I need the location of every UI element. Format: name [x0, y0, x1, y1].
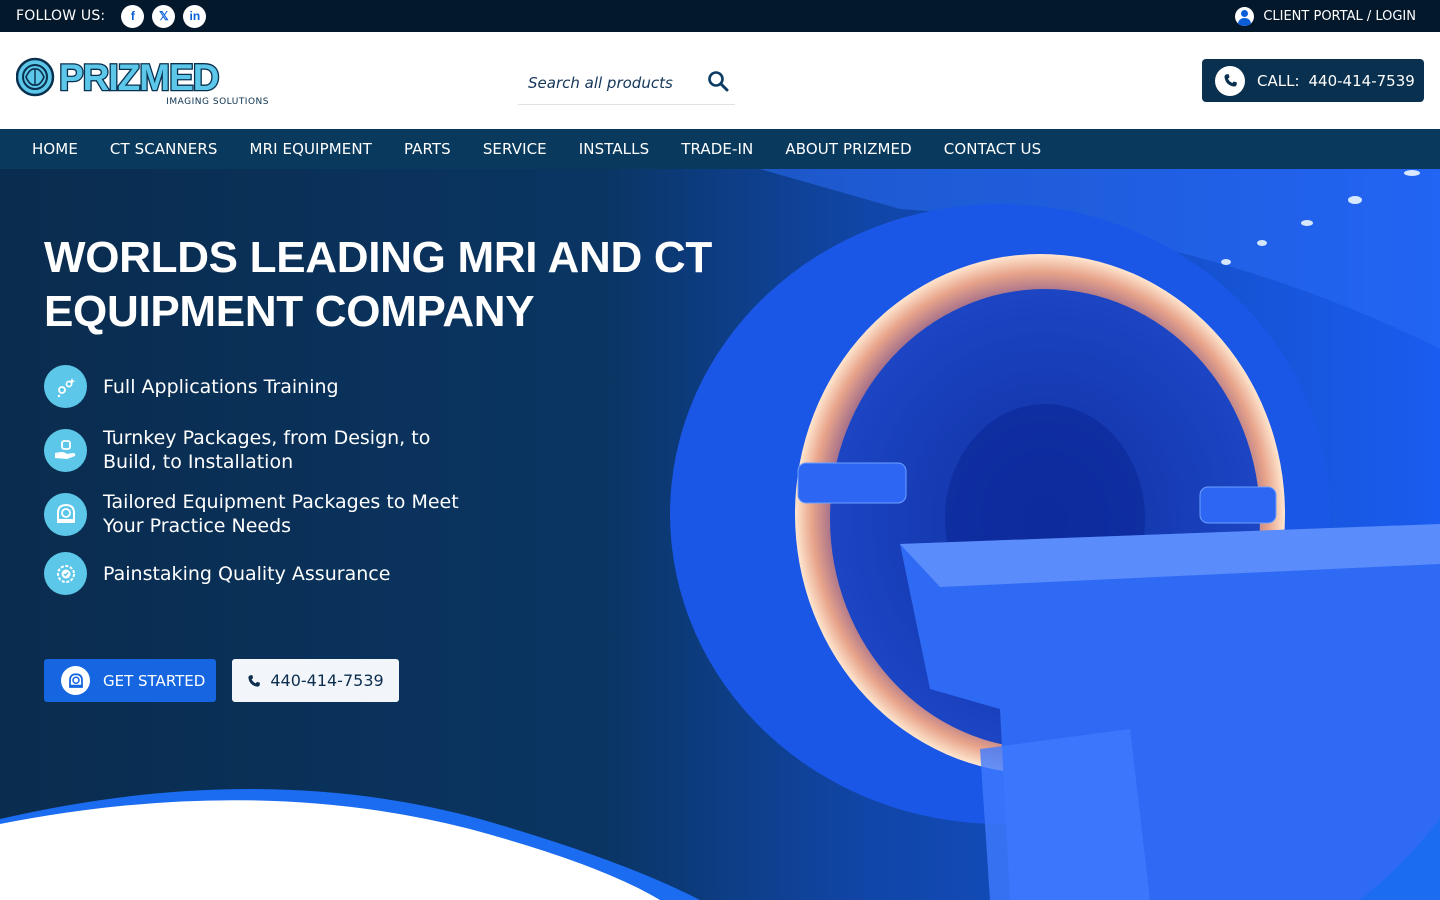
feature-turnkey: Turnkey Packages, from Design, to Build,… [44, 426, 483, 474]
nav-item-installs[interactable]: INSTALLS [563, 129, 665, 169]
feature-text: Painstaking Quality Assurance [103, 562, 391, 585]
prizmed-logo[interactable]: PRIZMED IMAGING SOLUTIONS [15, 56, 276, 108]
phone-icon [1215, 65, 1245, 96]
hero-title: WORLDS LEADING MRI AND CT EQUIPMENT COMP… [44, 233, 712, 336]
nav-item-service[interactable]: SERVICE [467, 129, 563, 169]
x-icon[interactable]: 𝕏 [152, 4, 176, 28]
quality-badge-icon [44, 552, 87, 595]
user-icon [1235, 6, 1255, 26]
client-portal-label: CLIENT PORTAL / LOGIN [1263, 8, 1416, 24]
feature-quality: Painstaking Quality Assurance [44, 552, 483, 595]
site-header: PRIZMED IMAGING SOLUTIONS CALL: 440-414-… [0, 32, 1440, 129]
follow-us-label: FOLLOW US: [16, 8, 106, 24]
feature-text: Turnkey Packages, from Design, to Build,… [103, 427, 431, 473]
phone-icon [248, 674, 261, 687]
main-nav: HOME CT SCANNERS MRI EQUIPMENT PARTS SER… [0, 129, 1440, 169]
get-started-label: GET STARTED [103, 671, 206, 690]
nav-item-home[interactable]: HOME [16, 129, 94, 169]
turnkey-hand-icon [44, 428, 87, 472]
linkedin-icon[interactable]: in [183, 4, 207, 28]
mri-machine-icon [44, 492, 87, 536]
svg-text:PRIZMED: PRIZMED [59, 57, 219, 98]
hero-section: WORLDS LEADING MRI AND CT EQUIPMENT COMP… [0, 169, 1440, 900]
call-button[interactable]: CALL: 440-414-7539 [1202, 59, 1424, 102]
search-input[interactable] [528, 70, 698, 96]
feature-text: Full Applications Training [103, 375, 339, 398]
nav-item-about[interactable]: ABOUT PRIZMED [769, 129, 927, 169]
logo-graphic: PRIZMED IMAGING SOLUTIONS [15, 56, 269, 107]
top-bar: FOLLOW US: f 𝕏 in CLIENT PORTAL / LOGIN [0, 0, 1440, 32]
phone-cta-label: 440-414-7539 [270, 671, 384, 690]
nav-item-contact[interactable]: CONTACT US [928, 129, 1057, 169]
follow-us: FOLLOW US: f 𝕏 in [16, 0, 207, 32]
get-started-button[interactable]: GET STARTED [44, 659, 216, 702]
svg-text:IMAGING SOLUTIONS: IMAGING SOLUTIONS [166, 97, 269, 107]
training-icon [44, 365, 87, 408]
nav-item-trade-in[interactable]: TRADE-IN [665, 129, 769, 169]
client-portal-link[interactable]: CLIENT PORTAL / LOGIN [1235, 0, 1416, 32]
feature-training: Full Applications Training [44, 365, 483, 408]
call-label: CALL: [1257, 71, 1300, 90]
search-icon[interactable] [707, 70, 729, 92]
nav-item-mri-equipment[interactable]: MRI EQUIPMENT [234, 129, 388, 169]
search-box [518, 62, 735, 105]
feature-tailored: Tailored Equipment Packages to Meet Your… [44, 490, 483, 538]
facebook-icon[interactable]: f [121, 4, 145, 28]
call-number: 440-414-7539 [1308, 71, 1415, 90]
feature-text: Tailored Equipment Packages to Meet Your… [103, 491, 459, 537]
phone-cta-button[interactable]: 440-414-7539 [232, 659, 399, 702]
nav-item-parts[interactable]: PARTS [388, 129, 467, 169]
nav-item-ct-scanners[interactable]: CT SCANNERS [94, 129, 234, 169]
mri-machine-icon [61, 666, 90, 695]
